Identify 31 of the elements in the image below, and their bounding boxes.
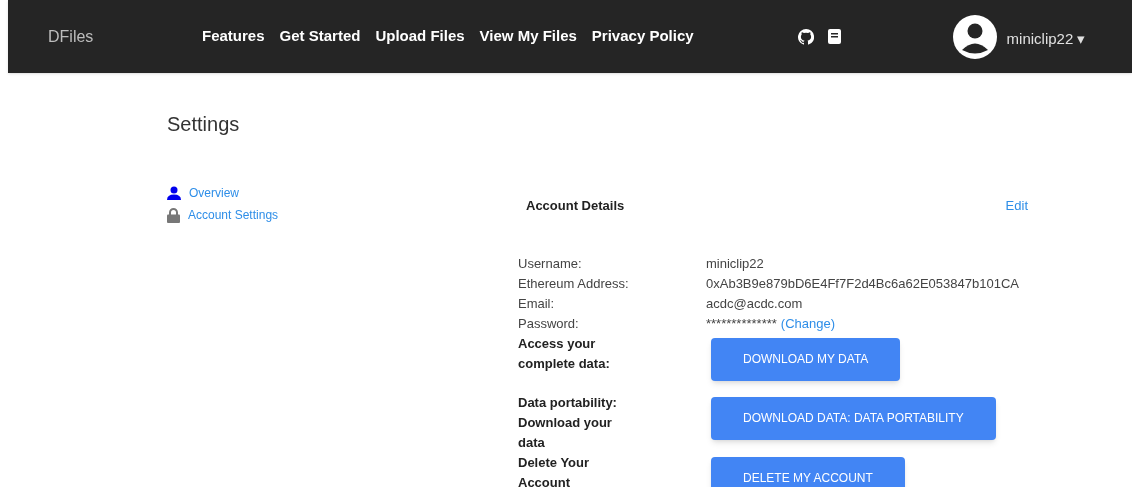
field-value: 0xAb3B9e879bD6E4Ff7F2d4Bc6a62E053847b101CA — [706, 274, 1019, 293]
field-label: Email: — [518, 294, 556, 313]
action-label: Data portability: Download your data — [518, 393, 618, 452]
action-label: Access your complete data: — [518, 334, 611, 373]
sidebar-link[interactable]: Account Settings — [167, 206, 507, 224]
brand[interactable]: DFiles — [48, 24, 202, 49]
action-button[interactable]: DELETE MY ACCOUNT — [711, 456, 905, 487]
nav-link[interactable]: Upload Files — [375, 25, 465, 48]
section-title: Account Details — [526, 197, 625, 215]
action-button[interactable]: DOWNLOAD DATA: DATA PORTABILITY — [711, 396, 996, 440]
field-value: acdc@acdc.com — [706, 294, 803, 313]
field-value: ************** — [706, 314, 777, 333]
avatar-icon[interactable] — [952, 14, 997, 59]
nav-link[interactable]: View My Files — [479, 25, 577, 48]
lock-icon — [167, 207, 180, 223]
field-label: Password: — [518, 314, 580, 333]
action-label: Delete Your Account — [518, 453, 591, 487]
person-icon — [167, 186, 181, 200]
change-link[interactable]: (Change) — [780, 313, 836, 334]
page-title: Settings — [167, 112, 241, 137]
nav-link[interactable]: Features — [202, 25, 265, 48]
nav-link[interactable]: Privacy Policy — [591, 25, 694, 48]
user-menu[interactable]: miniclip22 ▾ — [1006, 28, 1086, 51]
field-label: Username: — [518, 254, 583, 273]
nav-link[interactable]: Get Started — [279, 25, 361, 48]
field-label: Ethereum Address: — [518, 274, 630, 293]
github-icon[interactable] — [797, 28, 814, 45]
sidebar-link[interactable]: Overview — [167, 184, 507, 202]
field-value: miniclip22 — [706, 254, 764, 273]
action-button[interactable]: DOWNLOAD MY DATA — [711, 337, 901, 381]
book-icon[interactable] — [827, 29, 841, 44]
